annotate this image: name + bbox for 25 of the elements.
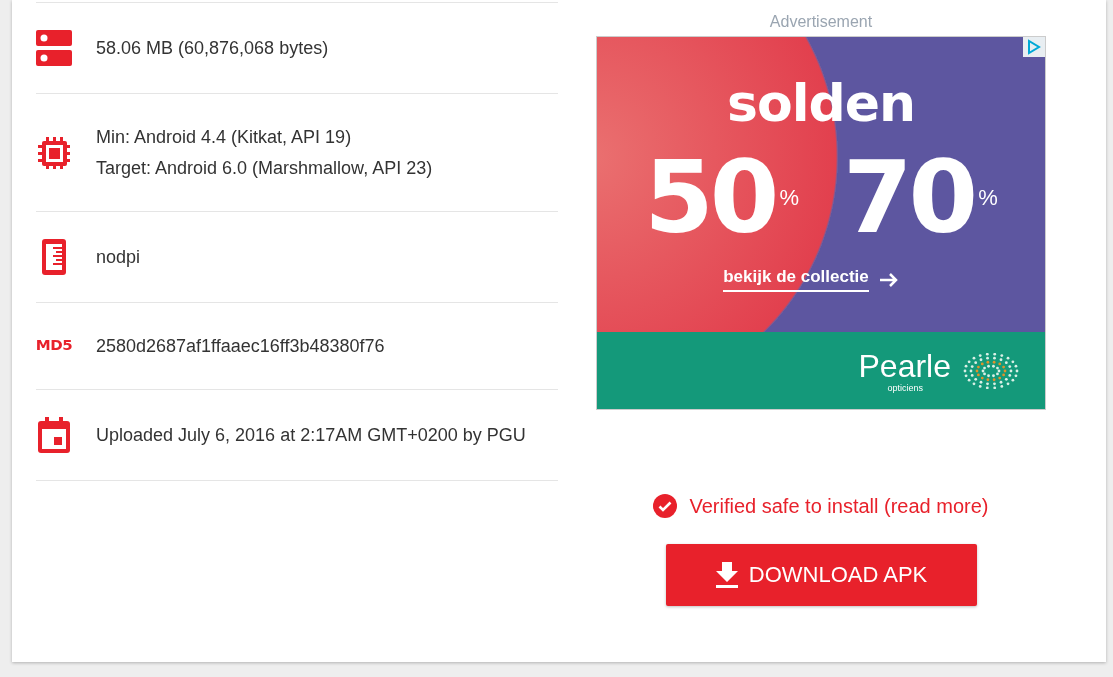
adchoices-icon[interactable]	[1023, 37, 1045, 57]
detail-text: 2580d2687af1ffaaec16ff3b48380f76	[96, 334, 385, 358]
detail-text: Uploaded July 6, 2016 at 2:17AM GMT+0200 by PGU	[96, 423, 526, 447]
detail-text: 58.06 MB (60,876,068 bytes)	[96, 36, 329, 60]
detail-text: Target: Android 6.0 (Marshmallow, API 23)	[96, 156, 433, 180]
discount-number: 70	[843, 143, 975, 253]
md5-icon: MD5	[35, 337, 73, 355]
detail-text: nodpi	[96, 245, 141, 269]
chip-icon	[36, 134, 72, 171]
discount-number: 50	[644, 143, 776, 253]
advertisement-label: Advertisement	[769, 12, 873, 32]
check-circle-icon	[653, 494, 678, 518]
percent-sign: %	[978, 185, 998, 211]
brand-subtitle: opticiens	[887, 382, 923, 393]
storage-icon	[36, 30, 72, 66]
eye-logo-icon	[961, 352, 1021, 389]
verified-link[interactable]: Verified safe to install (read more)	[689, 494, 989, 518]
calendar-icon	[38, 417, 70, 453]
arrow-right-icon	[878, 272, 899, 287]
percent-sign: %	[779, 185, 799, 211]
detail-text: Min: Android 4.4 (Kitkat, API 19)	[96, 125, 353, 149]
brand-name: Pearle	[858, 348, 951, 383]
download-icon	[714, 562, 739, 588]
phone-ruler-icon	[42, 239, 66, 275]
download-button[interactable]: DOWNLOAD APK	[665, 544, 977, 606]
